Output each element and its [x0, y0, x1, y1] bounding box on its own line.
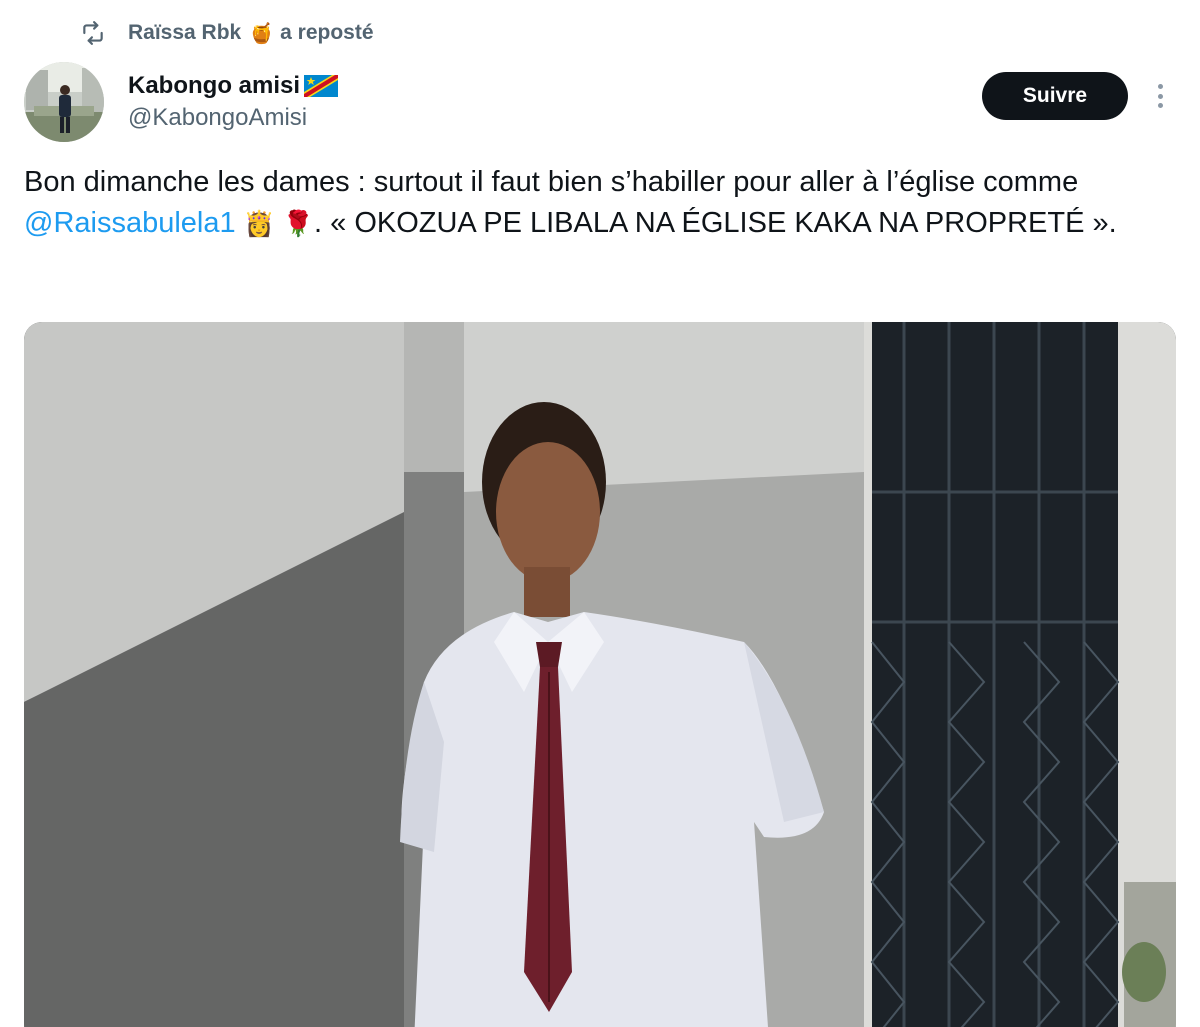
more-options-icon[interactable] [1150, 80, 1170, 112]
drc-flag-icon [304, 75, 339, 97]
mention-link[interactable]: @Raissabulela1 [24, 207, 236, 239]
author-name-row[interactable]: Kabongo amisi [128, 70, 339, 102]
tweet-text-after: . « OKOZUA PE LIBALA NA ÉGLISE KAKA NA P… [314, 207, 1117, 239]
princess-emoji: 👸 [243, 210, 275, 238]
repost-action: a reposté [280, 21, 374, 44]
repost-icon [80, 20, 106, 46]
tweet-text: Bon dimanche les dames : surtout il faut… [24, 162, 1174, 245]
avatar[interactable] [24, 62, 104, 142]
follow-button[interactable]: Suivre [982, 72, 1128, 120]
honey-pot-emoji: 🍯 [249, 22, 275, 45]
author-name[interactable]: Kabongo amisi [128, 72, 300, 100]
rose-emoji: 🌹 [282, 210, 315, 238]
tweet-photo[interactable] [24, 322, 1176, 1027]
repost-header[interactable]: Raïssa Rbk 🍯 a reposté [80, 18, 374, 48]
author-block[interactable]: Kabongo amisi @KabongoAmisi [128, 70, 339, 132]
tweet-text-before: Bon dimanche les dames : surtout il faut… [24, 166, 1079, 198]
repost-user[interactable]: Raïssa Rbk [128, 21, 241, 45]
author-handle[interactable]: @KabongoAmisi [128, 104, 338, 132]
